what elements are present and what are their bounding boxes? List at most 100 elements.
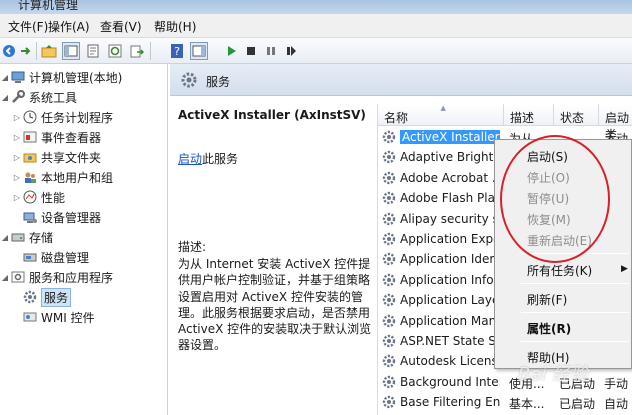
service-name: Adobe Acrobat ... [400,170,500,185]
title-bar: 计算机管理 [0,0,632,14]
tree-node-shared-folders[interactable]: ▷ 共享文件夹 [12,148,101,166]
service-gear-icon [382,354,396,371]
table-row[interactable]: Base Filtering En... 基本... 已启动自动 [378,392,632,412]
computer-management-icon [10,69,26,85]
expand-arrow-icon[interactable]: ▷ [12,173,22,182]
start-service-link[interactable]: 启动 [178,152,202,166]
service-gear-icon [382,212,396,229]
service-gear-icon [382,171,396,188]
expand-arrow-icon[interactable]: ▷ [12,153,22,162]
refresh-icon[interactable] [106,42,124,60]
watermark: Bai 经验 [518,364,589,385]
service-gear-icon [382,395,396,412]
menu-action[interactable]: 操作(A) [48,18,90,35]
service-name: ASP.NET State S... [400,334,500,348]
column-header-name[interactable]: ▲ 名称 [378,104,504,126]
service-gear-icon [382,191,396,208]
service-gear-icon [382,314,396,331]
wmi-icon [22,309,38,325]
up-folder-icon[interactable] [40,42,58,60]
tree-node-services[interactable]: 服务 [12,287,72,307]
collapse-arrow-icon[interactable]: ◢ [0,273,10,282]
tree-label: 计算机管理(本地) [29,70,123,85]
tree-label: 服务和应用程序 [29,270,114,285]
service-name: Autodesk Licensi [400,354,500,369]
collapse-arrow-icon[interactable]: ◢ [0,233,10,242]
tree-label: 任务计划程序 [41,110,114,125]
pause-service-icon[interactable] [262,42,280,60]
start-service-icon[interactable] [222,42,240,60]
tree-node-services-apps[interactable]: ◢ 服务和应用程序 [0,268,113,286]
expand-arrow-icon[interactable]: ▷ [12,133,22,142]
tree-node-wmi-control[interactable]: WMI 控件 [12,308,95,326]
service-name: Alipay security s... [400,211,500,226]
stop-service-icon[interactable] [242,42,260,60]
service-status: 已启动 [559,397,596,412]
menu-bar: 文件(F) 操作(A) 查看(V) 帮助(H) [0,14,632,38]
service-name: Adobe Flash Pla... [400,191,500,206]
column-header-description[interactable]: 描述 [504,104,554,126]
gear-icon [180,71,198,92]
tree-node-disk-management[interactable]: 磁盘管理 [12,248,89,266]
tree-node-local-users[interactable]: ▷ 本地用户和组 [12,168,113,186]
device-manager-icon [22,209,38,225]
collapse-arrow-icon[interactable]: ◢ [0,93,10,102]
service-display-name: ActiveX Installer (AxInstSV) [178,108,366,122]
window-title: 计算机管理 [18,0,79,12]
collapse-arrow-icon[interactable]: ◢ [0,73,10,82]
service-startup: 自动 [604,397,629,412]
properties-icon[interactable] [84,42,102,60]
service-name: Application Infor [400,272,499,287]
menu-view[interactable]: 查看(V) [100,18,142,35]
tree-label: WMI 控件 [41,310,95,325]
clock-icon [22,109,38,125]
help-icon[interactable]: ? [168,42,186,60]
service-gear-icon [382,273,396,290]
menu-item-refresh[interactable]: 刷新(F) [527,291,567,308]
tree-node-system-tools[interactable]: ◢ 系统工具 [0,88,77,106]
service-name: Application Iden [400,252,498,267]
toolbar: ? [0,38,632,64]
show-action-pane-icon[interactable] [190,42,208,60]
menu-separator [521,283,629,284]
tree-node-device-manager[interactable]: 设备管理器 [12,208,101,226]
menu-item-all-tasks[interactable]: 所有任务(K) [527,262,592,279]
column-header-startup-type[interactable]: 启动类 [599,104,632,142]
restart-service-icon[interactable] [282,42,300,60]
description-label: 描述: [178,240,207,254]
tree-node-task-scheduler[interactable]: ▷ 任务计划程序 [12,108,113,126]
show-hide-tree-icon[interactable] [62,42,80,60]
service-description-panel: ActiveX Installer (AxInstSV) 启动此服务 描述: 为… [178,108,374,352]
menu-help[interactable]: 帮助(H) [154,18,196,35]
column-header-status[interactable]: 状态 [554,104,599,126]
expand-arrow-icon[interactable]: ▷ [12,193,22,202]
menu-item-properties[interactable]: 属性(R) [527,320,571,337]
expand-arrow-icon[interactable]: ▷ [12,113,22,122]
service-name: Adaptive Brightn [400,150,500,165]
tree-label: 本地用户和组 [41,170,114,185]
tree-label: 共享文件夹 [41,150,102,165]
service-gear-icon [382,293,396,310]
menu-file[interactable]: 文件(F) [8,18,48,35]
console-tree: ◢ 计算机管理(本地) ◢ 系统工具 ▷ 任务计划程序 ▷ 事件查看器 ▷ 共享… [0,64,168,415]
tools-icon [10,89,26,105]
tree-node-performance[interactable]: ▷ 性能 [12,188,65,206]
services-apps-icon [10,269,26,285]
start-suffix: 此服务 [202,152,239,166]
service-gear-icon [382,130,396,147]
export-list-icon[interactable] [128,42,146,60]
start-service-text: 启动此服务 [178,150,238,167]
tree-node-computer-management[interactable]: ◢ 计算机管理(本地) [0,68,122,86]
forward-icon[interactable] [16,42,34,60]
tree-node-event-viewer[interactable]: ▷ 事件查看器 [12,128,101,146]
svg-text:?: ? [174,45,180,58]
tree-node-storage[interactable]: ◢ 存储 [0,228,53,246]
event-viewer-icon [22,129,38,145]
tree-label: 存储 [29,230,54,245]
users-icon [22,169,38,185]
service-desc: 基本... [509,397,545,412]
tree-label: 事件查看器 [41,130,102,145]
table-row[interactable]: Background Inte... 使用... 已启动 手动 [378,372,632,392]
menu-separator [521,312,629,313]
service-name: Application Expe [400,232,500,246]
